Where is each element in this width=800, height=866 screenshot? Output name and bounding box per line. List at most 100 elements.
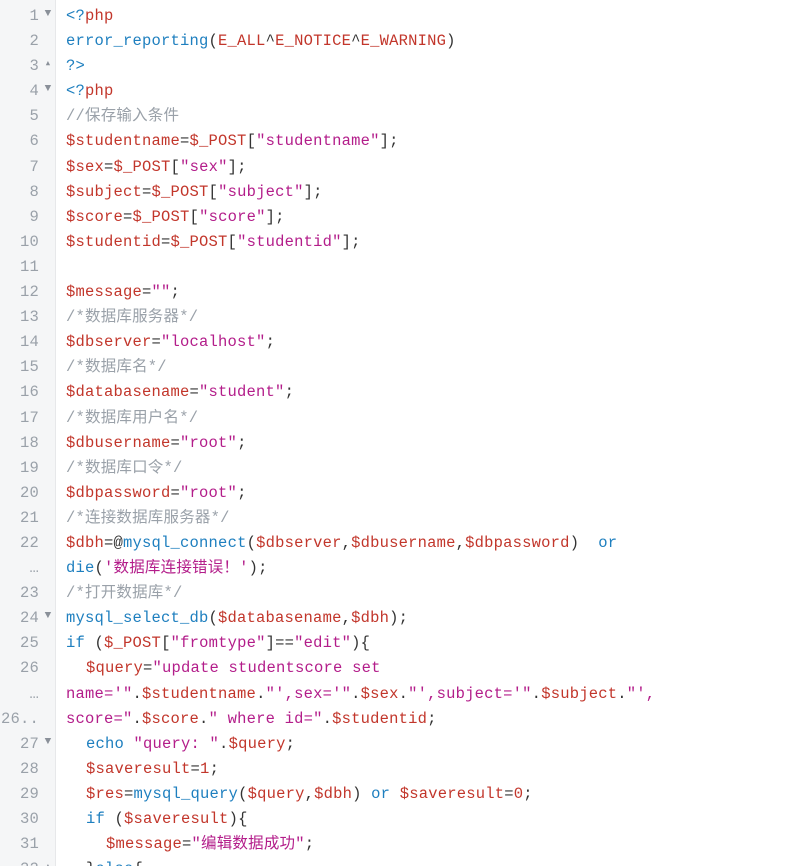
token-punc: ] — [304, 183, 314, 201]
code-line[interactable]: /*数据库用户名*/ — [66, 406, 800, 431]
token-cmt: /*数据库名*/ — [66, 358, 167, 376]
line-number[interactable]: 12 — [0, 280, 55, 305]
code-line[interactable]: if ($_POST["fromtype"]=="edit"){ — [66, 631, 800, 656]
token-str: "studentid" — [237, 233, 342, 251]
code-line[interactable]: <?php — [66, 4, 800, 29]
token-op: . — [323, 710, 333, 728]
gutter[interactable]: 1▼23▴4▼5678910111213141516171819202122…2… — [0, 0, 56, 866]
line-number[interactable]: 32▴ — [0, 857, 55, 866]
code-line[interactable]: score=".$score." where id=".$studentid; — [66, 707, 800, 732]
line-number[interactable]: 30 — [0, 807, 55, 832]
token-punc: ) — [351, 634, 361, 652]
code-line[interactable]: }else{ — [66, 857, 800, 866]
code-line[interactable]: echo "query: ".$query; — [66, 732, 800, 757]
token-op: = — [190, 383, 200, 401]
code-line[interactable]: /*打开数据库*/ — [66, 581, 800, 606]
line-number[interactable]: 24▼ — [0, 606, 55, 631]
code-line[interactable]: $message="编辑数据成功"; — [66, 832, 800, 857]
token-punc: ; — [266, 333, 276, 351]
line-number[interactable]: 29 — [0, 782, 55, 807]
code-line[interactable]: $studentid=$_POST["studentid"]; — [66, 230, 800, 255]
line-number[interactable]: 3▴ — [0, 54, 55, 79]
token-op: . — [617, 685, 627, 703]
line-number[interactable]: 6 — [0, 129, 55, 154]
line-number[interactable]: 27▼ — [0, 732, 55, 757]
line-number[interactable]: 26 — [0, 656, 55, 681]
code-line[interactable]: $databasename="student"; — [66, 380, 800, 405]
line-number[interactable]: 23 — [0, 581, 55, 606]
fold-down-icon[interactable]: ▼ — [43, 608, 53, 626]
line-number[interactable]: 16 — [0, 380, 55, 405]
code-line[interactable]: ?> — [66, 54, 800, 79]
code-line[interactable]: $score=$_POST["score"]; — [66, 205, 800, 230]
code-line[interactable]: /*数据库服务器*/ — [66, 305, 800, 330]
code-line[interactable]: /*数据库名*/ — [66, 355, 800, 380]
code-line[interactable]: /*数据库口令*/ — [66, 456, 800, 481]
fold-up-icon[interactable]: ▴ — [43, 859, 53, 866]
line-number[interactable]: 21 — [0, 506, 55, 531]
code-line[interactable]: $sex=$_POST["sex"]; — [66, 155, 800, 180]
token-cmt: /*连接数据库服务器*/ — [66, 509, 230, 527]
code-line[interactable]: error_reporting(E_ALL^E_NOTICE^E_WARNING… — [66, 29, 800, 54]
line-number[interactable]: 4▼ — [0, 79, 55, 104]
fold-down-icon[interactable]: ▼ — [43, 81, 53, 99]
token-str: "',subject='" — [408, 685, 532, 703]
code-line[interactable]: $dbh=@mysql_connect($dbserver,$dbusernam… — [66, 531, 800, 556]
line-number[interactable]: 15 — [0, 355, 55, 380]
code-line[interactable]: <?php — [66, 79, 800, 104]
fold-up-icon[interactable]: ▴ — [43, 56, 53, 74]
line-number[interactable]: 14 — [0, 330, 55, 355]
code-line[interactable]: $message=""; — [66, 280, 800, 305]
code-line[interactable]: $dbusername="root"; — [66, 431, 800, 456]
code-area[interactable]: <?phperror_reporting(E_ALL^E_NOTICE^E_WA… — [56, 0, 800, 866]
line-number[interactable]: 10 — [0, 230, 55, 255]
line-number[interactable]: … — [0, 682, 55, 707]
line-number[interactable]: 1▼ — [0, 4, 55, 29]
fold-down-icon[interactable]: ▼ — [43, 734, 53, 752]
fold-down-icon[interactable]: ▼ — [43, 6, 53, 24]
token-punc: ; — [237, 484, 247, 502]
code-line[interactable]: $query="update studentscore set — [66, 656, 800, 681]
code-line[interactable]: $dbpassword="root"; — [66, 481, 800, 506]
line-number[interactable]: 7 — [0, 155, 55, 180]
code-line[interactable]: name='".$studentname."',sex='".$sex."',s… — [66, 682, 800, 707]
token-var: $score — [142, 710, 199, 728]
code-line[interactable]: $dbserver="localhost"; — [66, 330, 800, 355]
line-number[interactable]: 9 — [0, 205, 55, 230]
line-number[interactable]: 25 — [0, 631, 55, 656]
line-number[interactable]: … — [0, 556, 55, 581]
token-punc: { — [361, 634, 371, 652]
token-var: $query — [86, 659, 143, 677]
token-str: "subject" — [218, 183, 304, 201]
code-line[interactable]: mysql_select_db($databasename,$dbh); — [66, 606, 800, 631]
token-var: $score — [66, 208, 123, 226]
line-number[interactable]: 5 — [0, 104, 55, 129]
code-line[interactable]: $subject=$_POST["subject"]; — [66, 180, 800, 205]
token-var: $_POST — [114, 158, 171, 176]
line-number[interactable]: 18 — [0, 431, 55, 456]
line-number[interactable]: 13 — [0, 305, 55, 330]
line-number[interactable]: 8 — [0, 180, 55, 205]
line-number[interactable]: 26.. — [0, 707, 55, 732]
line-number[interactable]: 28 — [0, 757, 55, 782]
code-line[interactable]: //保存输入条件 — [66, 104, 800, 129]
code-line[interactable]: $res=mysql_query($query,$dbh) or $savere… — [66, 782, 800, 807]
line-number[interactable]: 22 — [0, 531, 55, 556]
line-number[interactable]: 17 — [0, 406, 55, 431]
line-number[interactable]: 19 — [0, 456, 55, 481]
token-err: php — [85, 82, 114, 100]
code-line[interactable]: if ($saveresult){ — [66, 807, 800, 832]
token-var: $studentname — [66, 132, 180, 150]
line-number[interactable]: 20 — [0, 481, 55, 506]
token-op: . — [199, 710, 209, 728]
token-str: "root" — [180, 434, 237, 452]
line-number[interactable]: 2 — [0, 29, 55, 54]
token-punc: ; — [351, 233, 361, 251]
code-line[interactable]: /*连接数据库服务器*/ — [66, 506, 800, 531]
line-number[interactable]: 31 — [0, 832, 55, 857]
code-line[interactable]: die('数据库连接错误！'); — [66, 556, 800, 581]
code-line[interactable]: $studentname=$_POST["studentname"]; — [66, 129, 800, 154]
line-number[interactable]: 11 — [0, 255, 55, 280]
code-line[interactable] — [66, 255, 800, 280]
code-line[interactable]: $saveresult=1; — [66, 757, 800, 782]
